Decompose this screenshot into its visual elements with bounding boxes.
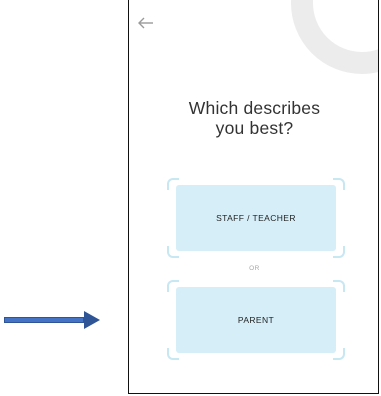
or-separator: OR (249, 265, 260, 272)
screenshot-canvas: Which describes you best? STAFF / TEACHE… (0, 0, 381, 396)
ring-decoration-icon (291, 0, 378, 74)
option-card-parent: PARENT (167, 280, 345, 360)
phone-screen: Which describes you best? STAFF / TEACHE… (128, 0, 379, 394)
option-card-staff-teacher: STAFF / TEACHER (167, 178, 345, 258)
back-arrow-icon[interactable] (137, 14, 155, 32)
arrow-right-icon (4, 311, 100, 329)
question-heading: Which describes you best? (188, 98, 321, 138)
parent-button[interactable]: PARENT (176, 287, 336, 353)
staff-teacher-button[interactable]: STAFF / TEACHER (176, 185, 336, 251)
